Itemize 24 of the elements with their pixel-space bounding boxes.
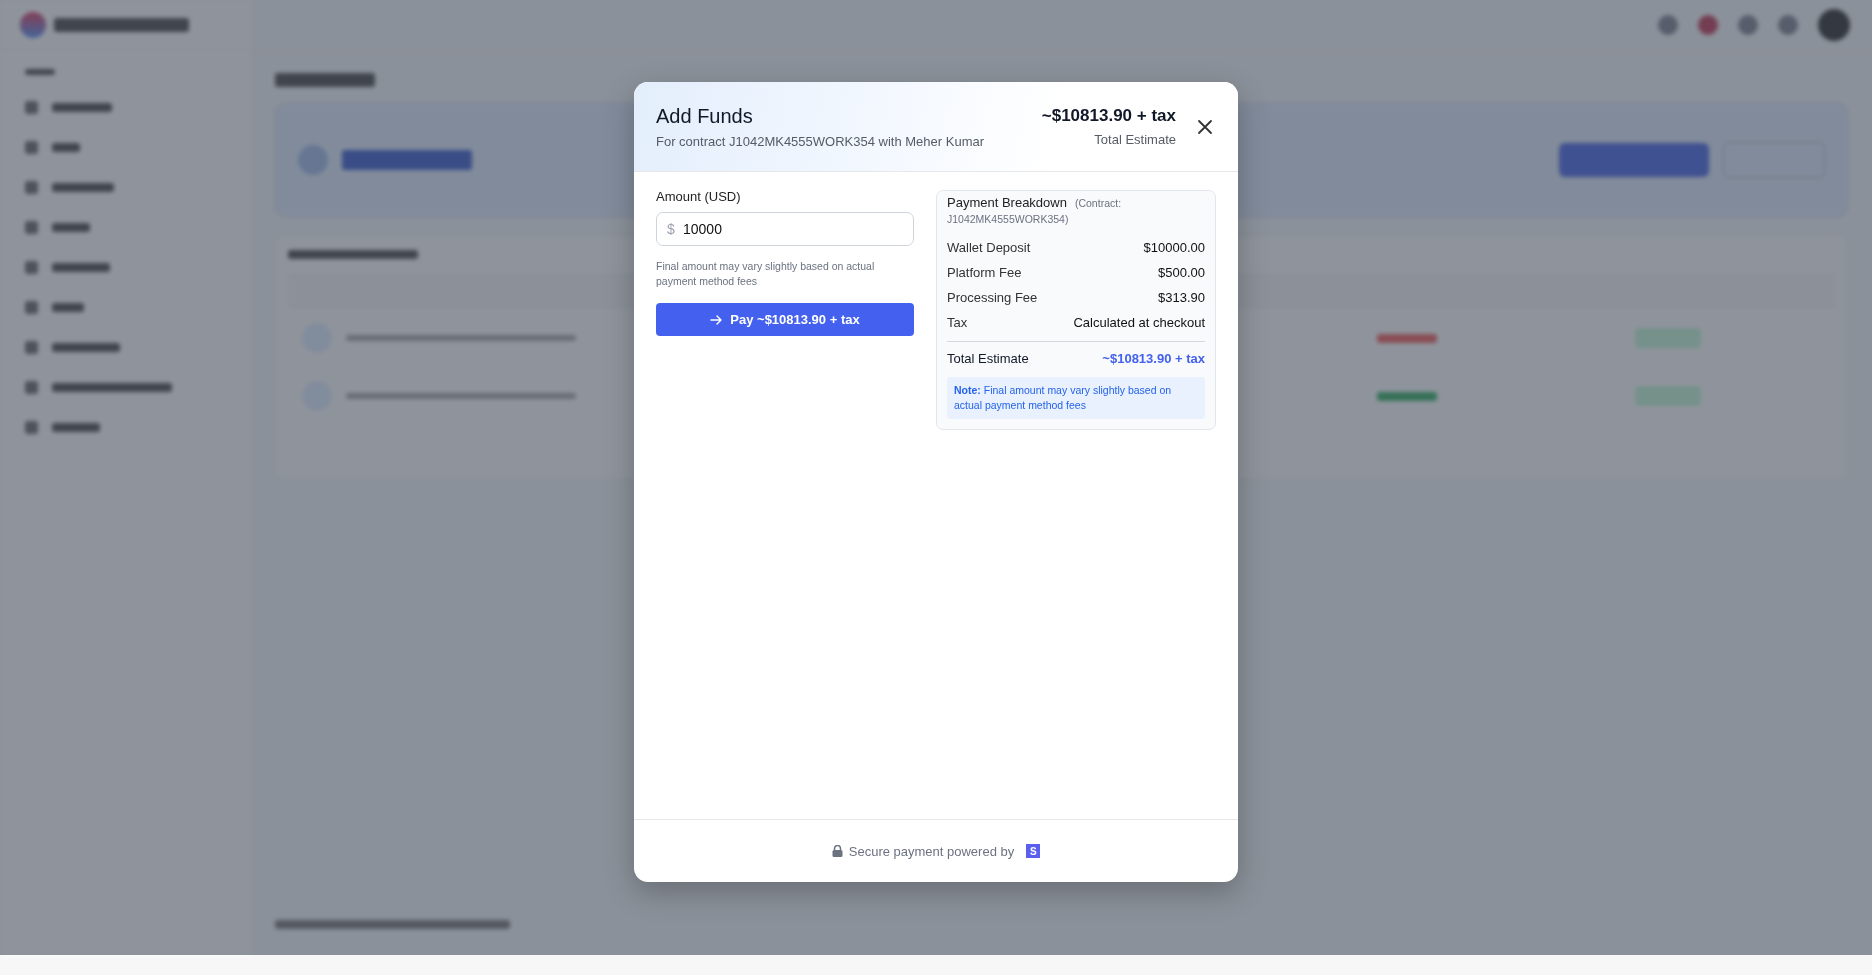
secure-payment-text: Secure payment powered by xyxy=(848,843,1015,859)
lock-icon xyxy=(831,845,843,857)
fee-label: Tax xyxy=(947,315,968,330)
currency-symbol: $ xyxy=(667,221,675,237)
contract-subtitle: For contract J1042MK4555WORK354 with Meher Kumar xyxy=(656,133,985,149)
fee-value: $500.00 xyxy=(1158,265,1205,280)
pay-button[interactable]: Pay ~$10813.90 + tax xyxy=(656,303,914,336)
total-value: ~$10813.90 + tax xyxy=(1102,351,1205,366)
total-estimate-label: Total Estimate xyxy=(1094,132,1176,147)
fee-label: Processing Fee xyxy=(947,290,1038,305)
total-estimate: ~$10813.90 + tax xyxy=(1041,106,1176,126)
breakdown-heading: Payment Breakdown (Contract: J1042MK4555WORK354) xyxy=(947,195,1123,227)
fee-label: Wallet Deposit xyxy=(947,240,1031,255)
fee-value: Calculated at checkout xyxy=(1073,315,1205,330)
fee-value: $10000.00 xyxy=(1143,240,1205,255)
fee-value: $313.90 xyxy=(1158,290,1205,305)
total-label: Total Estimate xyxy=(947,351,1029,366)
amount-label: Amount (USD) xyxy=(656,190,741,204)
fee-note: Note: Final amount may vary slightly based on actual payment method fees xyxy=(947,377,1205,419)
amount-hint: Final amount may vary slightly based on actual payment method fees xyxy=(656,259,876,289)
arrow-icon xyxy=(710,313,723,326)
payment-provider-logo: S xyxy=(1026,844,1041,858)
fee-label: Platform Fee xyxy=(947,265,1022,280)
modal-title: Add Funds xyxy=(656,104,753,128)
